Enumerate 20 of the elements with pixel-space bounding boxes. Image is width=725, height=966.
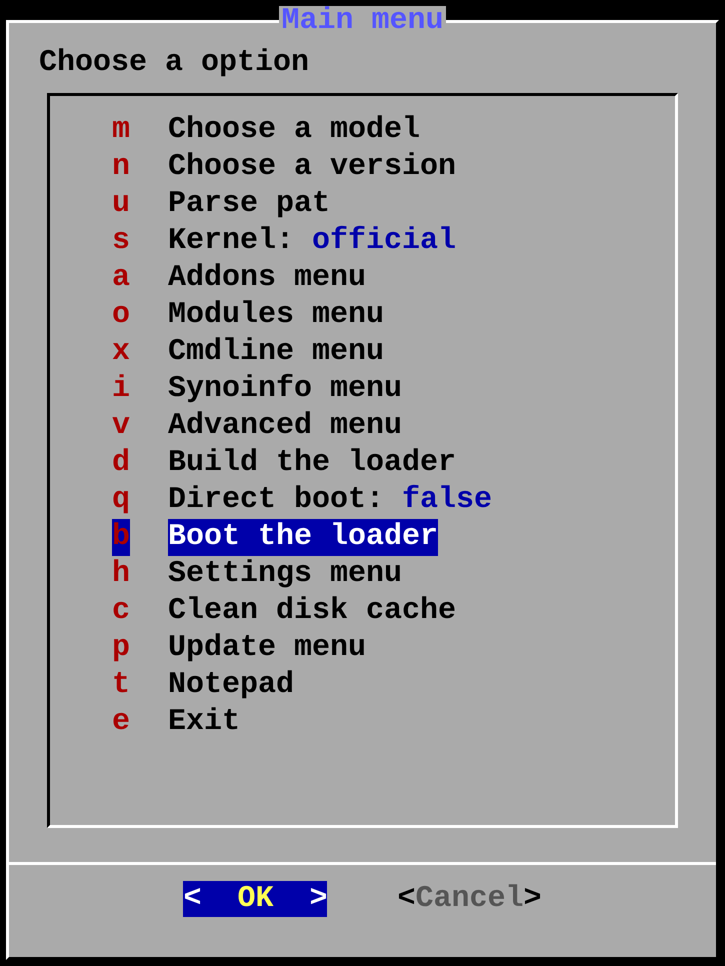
menu-item[interactable]: Exit	[168, 704, 240, 741]
menu-item[interactable]: Choose a model	[168, 112, 420, 149]
menu-item[interactable]: Build the loader	[168, 445, 456, 482]
menu-item[interactable]: Parse pat	[168, 186, 330, 223]
menu-item[interactable]: Advanced menu	[168, 408, 402, 445]
menu-item[interactable]: Kernel: official	[168, 223, 456, 260]
menu-item[interactable]: Direct boot: false	[168, 482, 492, 519]
menu-item[interactable]: Clean disk cache	[168, 593, 456, 630]
ok-button[interactable]: < OK >	[183, 881, 328, 917]
menu-item[interactable]: Settings menu	[168, 556, 402, 593]
menu-item[interactable]: Choose a version	[168, 149, 456, 186]
menu-item[interactable]: Cmdline menu	[168, 334, 384, 371]
menu-item[interactable]: Synoinfo menu	[168, 371, 402, 408]
menu-item[interactable]: Boot the loader	[168, 519, 438, 556]
menu-item[interactable]: Update menu	[168, 630, 366, 667]
dialog-prompt: Choose a option	[39, 45, 310, 82]
menu-item[interactable]: Addons menu	[168, 260, 366, 297]
menu-item[interactable]: Notepad	[168, 667, 294, 704]
cancel-button[interactable]: <Cancel>	[397, 881, 542, 917]
menu-item[interactable]: Modules menu	[168, 297, 384, 334]
